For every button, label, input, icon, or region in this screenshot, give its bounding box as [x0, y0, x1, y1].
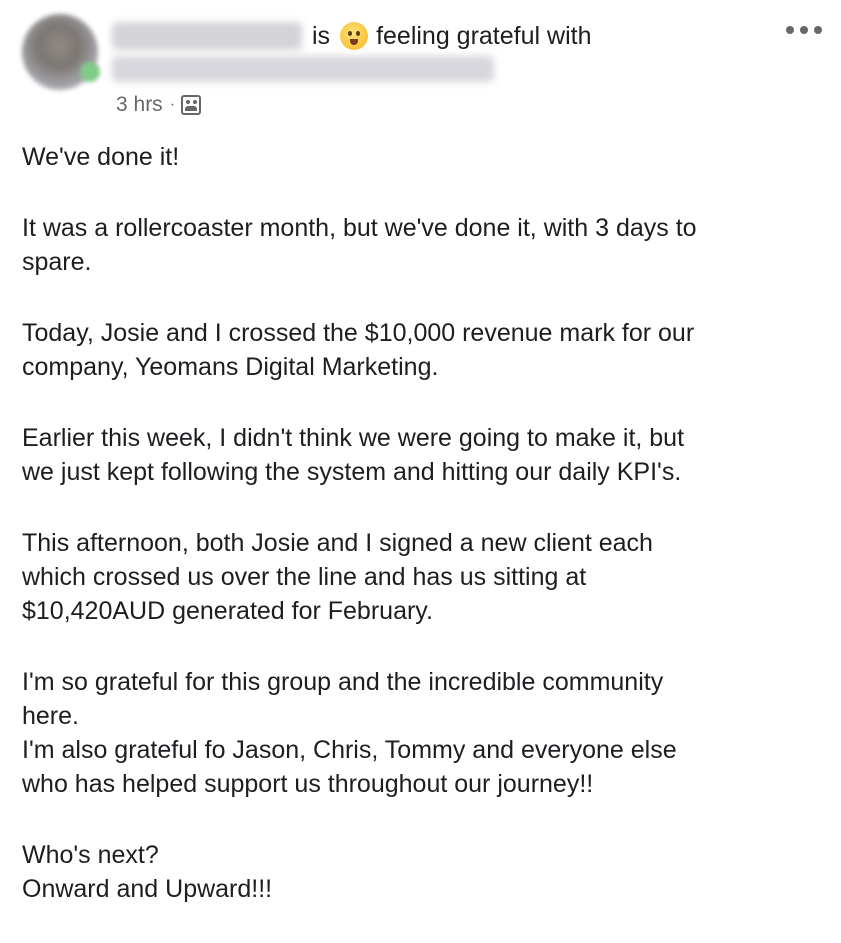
feeling-activity: is feeling grateful with [312, 18, 591, 54]
meta-separator: · [169, 96, 176, 113]
post-timestamp[interactable]: 3 hrs [116, 93, 163, 117]
online-status-badge [80, 62, 100, 82]
post-paragraph: I'm so grateful for this group and the i… [22, 665, 822, 801]
post-line: $10,420AUD generated for February. [22, 597, 433, 625]
post-line: company, Yeomans Digital Marketing. [22, 353, 439, 381]
post-paragraph: It was a rollercoaster month, but we've … [22, 211, 822, 279]
post-line: Onward and Upward!!! [22, 875, 273, 903]
post-line: I'm so grateful for this group and the i… [22, 668, 664, 696]
post-paragraph: Today, Josie and I crossed the $10,000 r… [22, 316, 822, 384]
post-line: we just kept following the system and hi… [22, 458, 682, 486]
grinning-sweat-emoji-icon [340, 22, 369, 50]
feeling-text: feeling grateful with [376, 21, 592, 50]
post-line: Earlier this week, I didn't think we wer… [22, 424, 685, 452]
post-line: Today, Josie and I crossed the $10,000 r… [22, 319, 695, 347]
redacted-tagged-names [112, 56, 494, 82]
post-line: It was a rollercoaster month, but we've … [22, 214, 697, 242]
post-paragraph: We've done it! [22, 140, 822, 174]
post-meta: 3 hrs · [116, 90, 202, 120]
post-line: We've done it! [22, 143, 180, 171]
post-paragraph: This afternoon, both Josie and I signed … [22, 526, 822, 628]
post-line: spare. [22, 248, 92, 276]
post-line: who has helped support us throughout our… [22, 770, 594, 798]
feeling-prefix: is [312, 21, 331, 50]
post-line: here. [22, 702, 79, 730]
post-line: which crossed us over the line and has u… [22, 563, 587, 591]
more-options-icon[interactable] [786, 22, 822, 38]
post-paragraph: Who's next? Onward and Upward!!! [22, 838, 822, 906]
post-line: I'm also grateful fo Jason, Chris, Tommy… [22, 736, 677, 764]
redacted-author-name [112, 22, 302, 50]
group-audience-icon[interactable] [181, 95, 202, 115]
facebook-post: is feeling grateful with 3 hrs · We've d… [0, 0, 841, 936]
post-body: We've done it! It was a rollercoaster mon… [22, 140, 822, 943]
post-paragraph: Earlier this week, I didn't think we wer… [22, 421, 822, 489]
post-line: This afternoon, both Josie and I signed … [22, 529, 653, 557]
post-line: Who's next? [22, 841, 159, 869]
